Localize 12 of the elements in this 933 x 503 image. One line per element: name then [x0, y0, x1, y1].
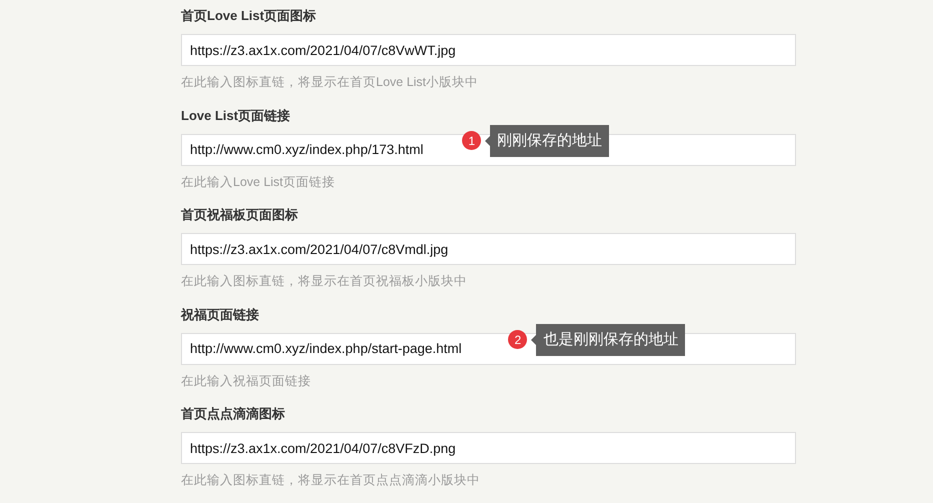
field-label: 祝福页面链接	[181, 306, 260, 324]
field-hint: 在此输入图标直链，将显示在首页祝福板小版块中	[181, 273, 468, 290]
field-label: 首页点点滴滴图标	[181, 405, 286, 423]
field-hint: 在此输入Love List页面链接	[181, 174, 336, 190]
field-hint: 在此输入图标直链，将显示在首页点点滴滴小版块中	[181, 472, 481, 489]
field-label: 首页Love List页面图标	[181, 7, 318, 25]
field-label: Love List页面链接	[181, 106, 292, 124]
field-hint: 在此输入图标直链，将显示在首页Love List小版块中	[181, 74, 480, 91]
annotation-tooltip: 刚刚保存的地址	[485, 124, 610, 156]
annotation-tooltip: 也是刚刚保存的地址	[531, 324, 686, 356]
field-label: 首页祝福板页面图标	[181, 206, 299, 224]
field-hint: 在此输入祝福页面链接	[181, 372, 312, 390]
